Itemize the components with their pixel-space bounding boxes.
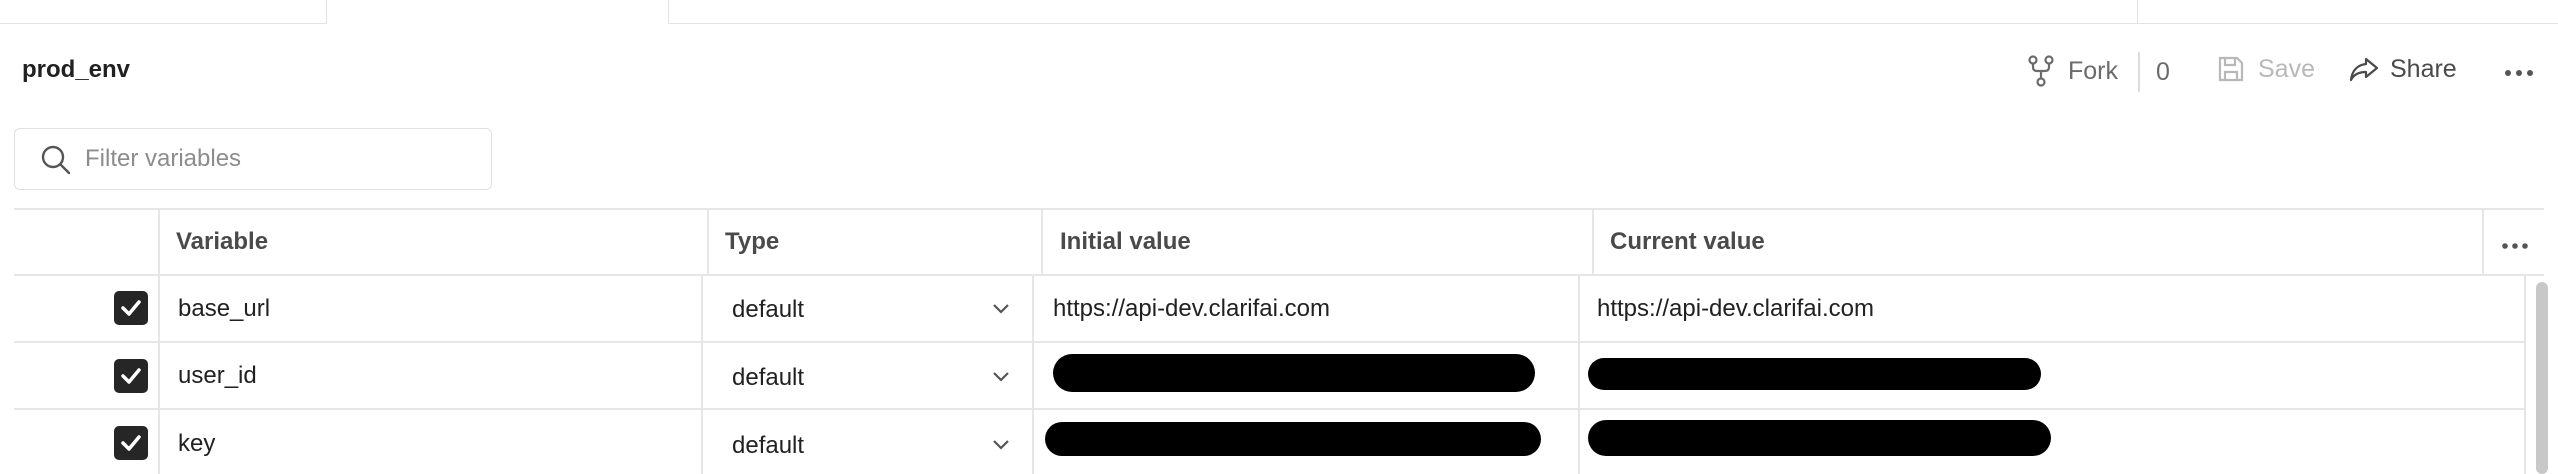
column-divider: [158, 208, 160, 474]
tab-right[interactable]: [2138, 0, 2558, 24]
filter-variables-search: [14, 128, 492, 190]
column-divider: [2482, 208, 2484, 274]
row-checkbox[interactable]: [114, 426, 148, 460]
redacted-initial-value: [1045, 422, 1541, 456]
current-value[interactable]: https://api-dev.clarifai.com: [1597, 295, 1874, 323]
header-bottom-border: [14, 274, 2544, 276]
column-header-variable: Variable: [176, 228, 269, 255]
share-button[interactable]: Share: [2348, 54, 2457, 84]
column-divider: [701, 274, 703, 474]
column-header-initial-value: Initial value: [1060, 228, 1191, 255]
variable-name[interactable]: base_url: [178, 295, 270, 323]
environment-title: prod_env: [22, 56, 131, 83]
type-select[interactable]: default: [712, 418, 1022, 470]
redacted-initial-value: [1053, 354, 1535, 392]
save-button[interactable]: Save: [2216, 54, 2315, 84]
fork-label: Fork: [2068, 56, 2118, 85]
type-value: default: [732, 364, 805, 391]
column-divider: [1592, 208, 1594, 274]
table-options-button[interactable]: [2502, 238, 2528, 256]
column-divider: [707, 208, 709, 274]
row-divider: [14, 341, 2524, 343]
more-icon: [2504, 66, 2534, 83]
variable-name[interactable]: user_id: [178, 362, 257, 390]
column-divider: [1578, 274, 1580, 474]
type-value: default: [732, 432, 805, 459]
column-header-current-value: Current value: [1610, 228, 1765, 255]
search-input[interactable]: [85, 141, 475, 177]
column-divider: [2524, 274, 2526, 474]
fork-count: 0: [2156, 58, 2170, 86]
save-icon: [2216, 54, 2246, 84]
tab-strip: [0, 0, 2558, 24]
chevron-down-icon: [992, 438, 1010, 456]
tab-divider: [326, 0, 327, 24]
type-value: default: [732, 296, 805, 323]
row-divider: [14, 408, 2524, 410]
more-icon: [2502, 238, 2528, 255]
column-header-type: Type: [725, 228, 780, 255]
fork-icon: [2026, 54, 2056, 88]
type-select[interactable]: default: [712, 282, 1022, 334]
initial-value[interactable]: https://api-dev.clarifai.com: [1053, 295, 1330, 323]
row-checkbox[interactable]: [114, 359, 148, 393]
variable-name[interactable]: key: [178, 430, 215, 458]
tab-middle[interactable]: [669, 0, 2138, 24]
share-icon: [2348, 54, 2380, 84]
column-divider: [1032, 274, 1034, 474]
save-label: Save: [2258, 54, 2315, 83]
table-top-border: [14, 208, 2544, 210]
search-icon: [39, 143, 73, 182]
vertical-scrollbar[interactable]: [2536, 282, 2548, 474]
redacted-current-value: [1588, 358, 2041, 390]
row-checkbox[interactable]: [114, 291, 148, 325]
column-divider: [1041, 208, 1043, 274]
redacted-current-value: [1588, 420, 2051, 456]
fork-button[interactable]: Fork: [2026, 54, 2118, 88]
chevron-down-icon: [992, 370, 1010, 388]
share-label: Share: [2390, 54, 2457, 83]
fork-divider: [2138, 52, 2140, 92]
tab-left[interactable]: [0, 0, 326, 24]
more-options-button[interactable]: [2504, 66, 2534, 84]
chevron-down-icon: [992, 302, 1010, 320]
type-select[interactable]: default: [712, 350, 1022, 402]
